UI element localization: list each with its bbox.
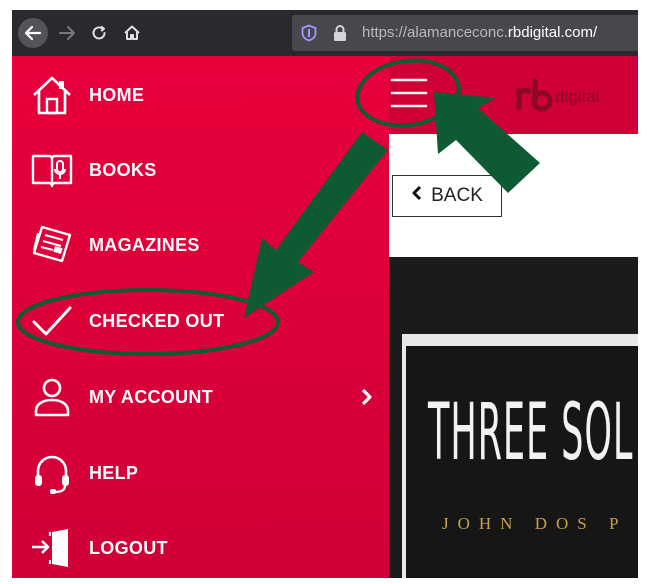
chevron-right-icon[interactable] (360, 160, 374, 180)
house-icon (33, 76, 71, 115)
cover-title: THREE SOL (428, 388, 634, 478)
sidebar-item-magazines[interactable]: MAGAZINES (12, 209, 389, 281)
checkmark-icon (32, 306, 72, 336)
sidebar-item-my-account[interactable]: MY ACCOUNT (12, 361, 389, 433)
back-button[interactable]: BACK (392, 175, 502, 217)
tracking-shield-icon[interactable] (300, 24, 318, 47)
headset-icon (35, 455, 69, 494)
url-bar[interactable]: https://alamanceconc.rbdigital.com/ (292, 15, 638, 51)
back-button-label: BACK (431, 185, 483, 206)
url-prefix: https://alamanceconc. (362, 24, 508, 41)
person-icon (34, 378, 70, 417)
forward-arrow-icon[interactable] (54, 18, 80, 48)
sidebar-item-label: MAGAZINES (89, 235, 200, 255)
door-icon (32, 529, 68, 567)
sidebar-menu: HOME BOOKS MAGAZINES CHECKED OUT MY ACCO… (12, 56, 389, 578)
url-domain: rbdigital.com/ (507, 24, 598, 41)
lock-icon[interactable] (332, 24, 348, 47)
sidebar-item-label: MY ACCOUNT (89, 387, 213, 407)
sidebar-item-help[interactable]: HELP (12, 437, 389, 509)
book-icon (31, 154, 73, 188)
home-icon[interactable] (118, 18, 146, 48)
chevron-left-icon (411, 185, 425, 207)
rbdigital-logo: digital (516, 78, 599, 112)
book-cover[interactable]: THREE SOL JOHN DOS P (402, 334, 638, 578)
browser-toolbar: https://alamanceconc.rbdigital.com/ (12, 10, 638, 56)
url-text: https://alamanceconc.rbdigital.com/ (362, 24, 597, 41)
sidebar-item-label: CHECKED OUT (89, 311, 225, 331)
sidebar-item-label: HOME (89, 85, 145, 105)
sidebar-item-label: HELP (89, 463, 139, 483)
logo-text: digital (555, 87, 599, 106)
cover-author: JOHN DOS P (442, 514, 628, 533)
sidebar-item-home[interactable]: HOME (12, 59, 389, 131)
sidebar-item-checked-out[interactable]: CHECKED OUT (12, 285, 389, 357)
chevron-right-icon[interactable] (360, 387, 374, 407)
reload-icon[interactable] (86, 18, 112, 48)
back-arrow-icon[interactable] (18, 18, 48, 48)
sidebar-item-label: BOOKS (89, 160, 157, 180)
sidebar-item-logout[interactable]: LOGOUT (12, 512, 389, 584)
sidebar-item-books[interactable]: BOOKS (12, 134, 389, 206)
hamburger-menu-icon[interactable] (388, 74, 430, 112)
magazine-icon (32, 225, 72, 263)
sidebar-item-label: LOGOUT (89, 538, 168, 558)
